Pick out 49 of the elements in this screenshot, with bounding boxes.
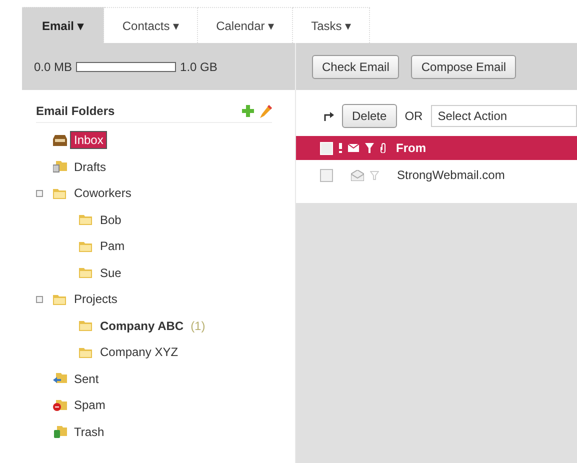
folder-icon (53, 292, 67, 306)
folder-icon (53, 186, 67, 200)
sent-folder-icon (53, 372, 67, 386)
storage-used: 0.0 MB (34, 60, 72, 74)
folder-item[interactable]: Sue (97, 264, 124, 281)
folder-icon (79, 319, 93, 332)
envelope-icon (348, 144, 359, 152)
or-label: OR (404, 109, 423, 123)
trash-folder-icon (53, 425, 67, 438)
flag-filter-icon (370, 170, 379, 180)
reply-arrow-icon[interactable] (324, 112, 334, 120)
folder-item[interactable]: Inbox (71, 132, 106, 148)
storage-total: 1.0 GB (180, 60, 218, 74)
folder-item[interactable]: Drafts (71, 158, 110, 175)
folder-icon (79, 346, 93, 359)
select-all-checkbox[interactable] (320, 142, 333, 154)
unread-count: (1) (190, 318, 206, 333)
action-select[interactable]: Select Action (430, 105, 577, 127)
folder-item[interactable]: Coworkers (71, 185, 134, 202)
pencil-icon[interactable] (260, 104, 272, 118)
toolbar-button[interactable]: Check Email (312, 54, 400, 78)
spam-folder-icon (53, 398, 67, 412)
folder-item[interactable]: Sent (71, 370, 102, 387)
folder-item[interactable]: Company ABC (97, 318, 187, 334)
folders-title: Email Folders (36, 104, 116, 118)
folder-item[interactable]: Company XYZ (97, 344, 182, 360)
from-column-header[interactable]: From (396, 141, 426, 155)
drafts-folder-icon (53, 160, 67, 174)
folder-item[interactable]: Projects (71, 291, 120, 308)
sender[interactable]: StrongWebmail.com (397, 168, 505, 182)
folder-item[interactable]: Pam (97, 238, 128, 254)
checkbox[interactable] (320, 168, 333, 182)
inbox-tray-icon (53, 134, 67, 147)
add-icon[interactable] (242, 105, 254, 117)
delete-button[interactable]: Delete (342, 104, 397, 128)
folder-icon (79, 266, 93, 280)
collapse-toggle-icon[interactable] (36, 190, 43, 197)
toolbar-button[interactable]: Compose Email (411, 54, 516, 78)
folder-icon (79, 240, 93, 253)
collapse-toggle-icon[interactable] (36, 296, 43, 303)
folder-icon (79, 213, 93, 226)
priority-icon (339, 143, 342, 153)
folder-item[interactable]: Spam (71, 397, 108, 414)
paperclip-icon (380, 143, 386, 153)
tab[interactable]: Email ▾ (22, 7, 104, 43)
flag-filter-icon (365, 143, 374, 153)
folder-item[interactable]: Trash (71, 424, 108, 440)
read-envelope-icon (351, 170, 364, 180)
folder-item[interactable]: Bob (97, 212, 124, 228)
